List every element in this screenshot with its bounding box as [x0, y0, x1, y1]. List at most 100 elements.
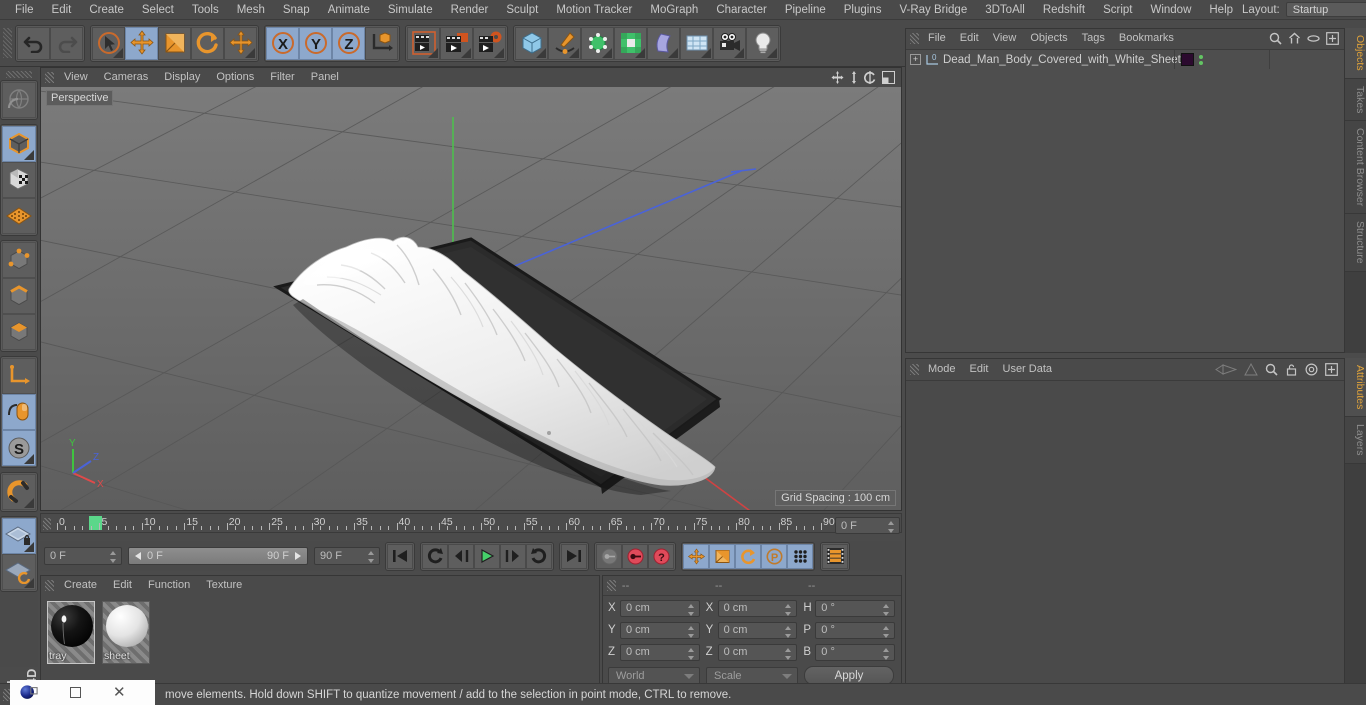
live-selection-tool[interactable] — [92, 26, 125, 60]
viewport-3d-canvas[interactable]: Perspective Grid Spacing : 100 cm Y X Z — [41, 87, 901, 510]
scale-key-button[interactable] — [709, 543, 735, 569]
go-to-start-button[interactable] — [387, 543, 413, 569]
object-menu-edit[interactable]: Edit — [953, 29, 986, 48]
redo-button[interactable] — [50, 26, 83, 60]
move-axis-tool[interactable] — [224, 26, 257, 60]
tab-content-browser[interactable]: Content Browser — [1345, 121, 1366, 215]
coord-system-select[interactable]: World — [608, 666, 700, 685]
autokey-button[interactable] — [622, 543, 648, 569]
left-toolbar-grip[interactable] — [6, 71, 32, 78]
viewport-menu-options[interactable]: Options — [208, 68, 262, 87]
menu-item-tools[interactable]: Tools — [183, 0, 228, 20]
tab-takes[interactable]: Takes — [1345, 78, 1366, 122]
menu-item-simulate[interactable]: Simulate — [379, 0, 442, 20]
attribute-menu-mode[interactable]: Mode — [921, 359, 963, 379]
coord-stepper-size-z[interactable] — [785, 647, 792, 660]
loop-button[interactable] — [526, 543, 552, 569]
toolbar-grip-1[interactable] — [3, 28, 12, 58]
prev-icon[interactable] — [1215, 363, 1237, 376]
coord-field-pos-x[interactable]: 0 cm — [619, 599, 700, 617]
edges-mode-button[interactable] — [2, 278, 36, 314]
model-mode-button[interactable] — [2, 126, 36, 162]
search-icon[interactable] — [1269, 32, 1282, 45]
maximize-view-icon[interactable] — [882, 71, 895, 84]
menu-item-mograph[interactable]: MoGraph — [641, 0, 707, 20]
scale-tool[interactable] — [158, 26, 191, 60]
coord-stepper-size-x[interactable] — [785, 603, 792, 616]
preview-end-stepper[interactable] — [368, 551, 375, 563]
material-manager-grip[interactable] — [45, 580, 54, 591]
coord-stepper-size-y[interactable] — [785, 625, 792, 638]
maximize-window-icon[interactable] — [70, 687, 81, 698]
keyframe-selection-button[interactable]: ? — [648, 543, 674, 569]
attribute-menu-edit[interactable]: Edit — [963, 359, 996, 379]
material-item-tray[interactable]: tray — [47, 601, 95, 664]
generators-button[interactable] — [581, 26, 614, 60]
play-button[interactable] — [474, 543, 500, 569]
undo-view-button[interactable] — [2, 82, 36, 118]
rotate-tool[interactable] — [191, 26, 224, 60]
add-cube-button[interactable] — [515, 26, 548, 60]
coord-stepper-rot-p[interactable] — [883, 625, 890, 638]
menu-item-pipeline[interactable]: Pipeline — [776, 0, 835, 20]
coord-field-pos-y[interactable]: 0 cm — [619, 621, 700, 639]
enable-axis-button[interactable]: S — [2, 430, 36, 466]
camera-button[interactable] — [713, 26, 746, 60]
timeline-ruler[interactable]: 0 5 10 15 20 25 30 35 40 45 50 55 60 65 70 75 80 85 90 — [40, 513, 902, 533]
attribute-manager-body[interactable] — [906, 380, 1344, 684]
object-axis-button[interactable] — [2, 358, 36, 394]
coord-field-rot-h[interactable]: 0 ° — [815, 599, 896, 617]
search-icon[interactable] — [1265, 363, 1278, 376]
polygons-mode-button[interactable] — [2, 314, 36, 350]
step-forward-button[interactable] — [500, 543, 526, 569]
visibility-dots-icon[interactable] — [1199, 54, 1203, 65]
viewport-menu-panel[interactable]: Panel — [303, 68, 347, 87]
menu-item-script[interactable]: Script — [1094, 0, 1141, 20]
menu-item-render[interactable]: Render — [442, 0, 498, 20]
render-settings-button[interactable] — [473, 26, 506, 60]
object-menu-tags[interactable]: Tags — [1075, 29, 1112, 48]
deformer-button[interactable] — [647, 26, 680, 60]
menu-item-edit[interactable]: Edit — [43, 0, 81, 20]
param-key-button[interactable]: P — [761, 543, 787, 569]
viewport-menu-filter[interactable]: Filter — [262, 68, 302, 87]
world-object-axis-toggle[interactable] — [365, 26, 398, 60]
add-spline-button[interactable] — [548, 26, 581, 60]
plus-box-icon[interactable] — [1325, 362, 1338, 376]
menu-item-create[interactable]: Create — [80, 0, 133, 20]
timeline-right-frame-field[interactable]: 0 F — [835, 517, 900, 534]
coord-field-size-y[interactable]: 0 cm — [717, 621, 798, 639]
next-icon[interactable] — [1244, 362, 1258, 376]
ellipse-icon[interactable] — [1307, 32, 1320, 45]
workplane-rotate-button[interactable] — [2, 554, 36, 590]
object-menu-bookmarks[interactable]: Bookmarks — [1112, 29, 1181, 48]
coord-mode-select[interactable]: Scale — [706, 666, 798, 685]
axis-z-toggle[interactable]: Z — [332, 26, 365, 60]
layer-indicator-icon[interactable]: 0 — [925, 53, 939, 67]
coord-field-size-z[interactable]: 0 cm — [717, 643, 798, 661]
coord-field-pos-z[interactable]: 0 cm — [619, 643, 700, 661]
range-start-handle[interactable] — [133, 551, 143, 561]
home-icon[interactable] — [1288, 32, 1301, 45]
lock-icon[interactable] — [1285, 363, 1298, 376]
snap-magnet-button[interactable] — [2, 474, 36, 510]
pan-view-icon[interactable] — [831, 71, 844, 84]
layout-select[interactable]: Startup — [1285, 2, 1366, 17]
zoom-view-icon[interactable] — [849, 71, 859, 84]
record-key-button[interactable] — [596, 543, 622, 569]
menu-item-animate[interactable]: Animate — [319, 0, 379, 20]
menu-item-mesh[interactable]: Mesh — [228, 0, 274, 20]
workplane-lock-button[interactable] — [2, 518, 36, 554]
axis-y-toggle[interactable]: Y — [299, 26, 332, 60]
rotation-key-button[interactable] — [735, 543, 761, 569]
attribute-menu-user-data[interactable]: User Data — [996, 359, 1060, 379]
move-tool[interactable] — [125, 26, 158, 60]
expand-icon[interactable]: + — [910, 54, 921, 65]
coord-field-size-x[interactable]: 0 cm — [717, 599, 798, 617]
viewport-menu-cameras[interactable]: Cameras — [96, 68, 157, 87]
tab-structure[interactable]: Structure — [1345, 214, 1366, 272]
app-icon[interactable] — [20, 684, 38, 702]
preview-end-field[interactable]: 90 F — [314, 547, 380, 565]
position-key-button[interactable] — [683, 543, 709, 569]
timeline-button[interactable] — [822, 543, 848, 569]
